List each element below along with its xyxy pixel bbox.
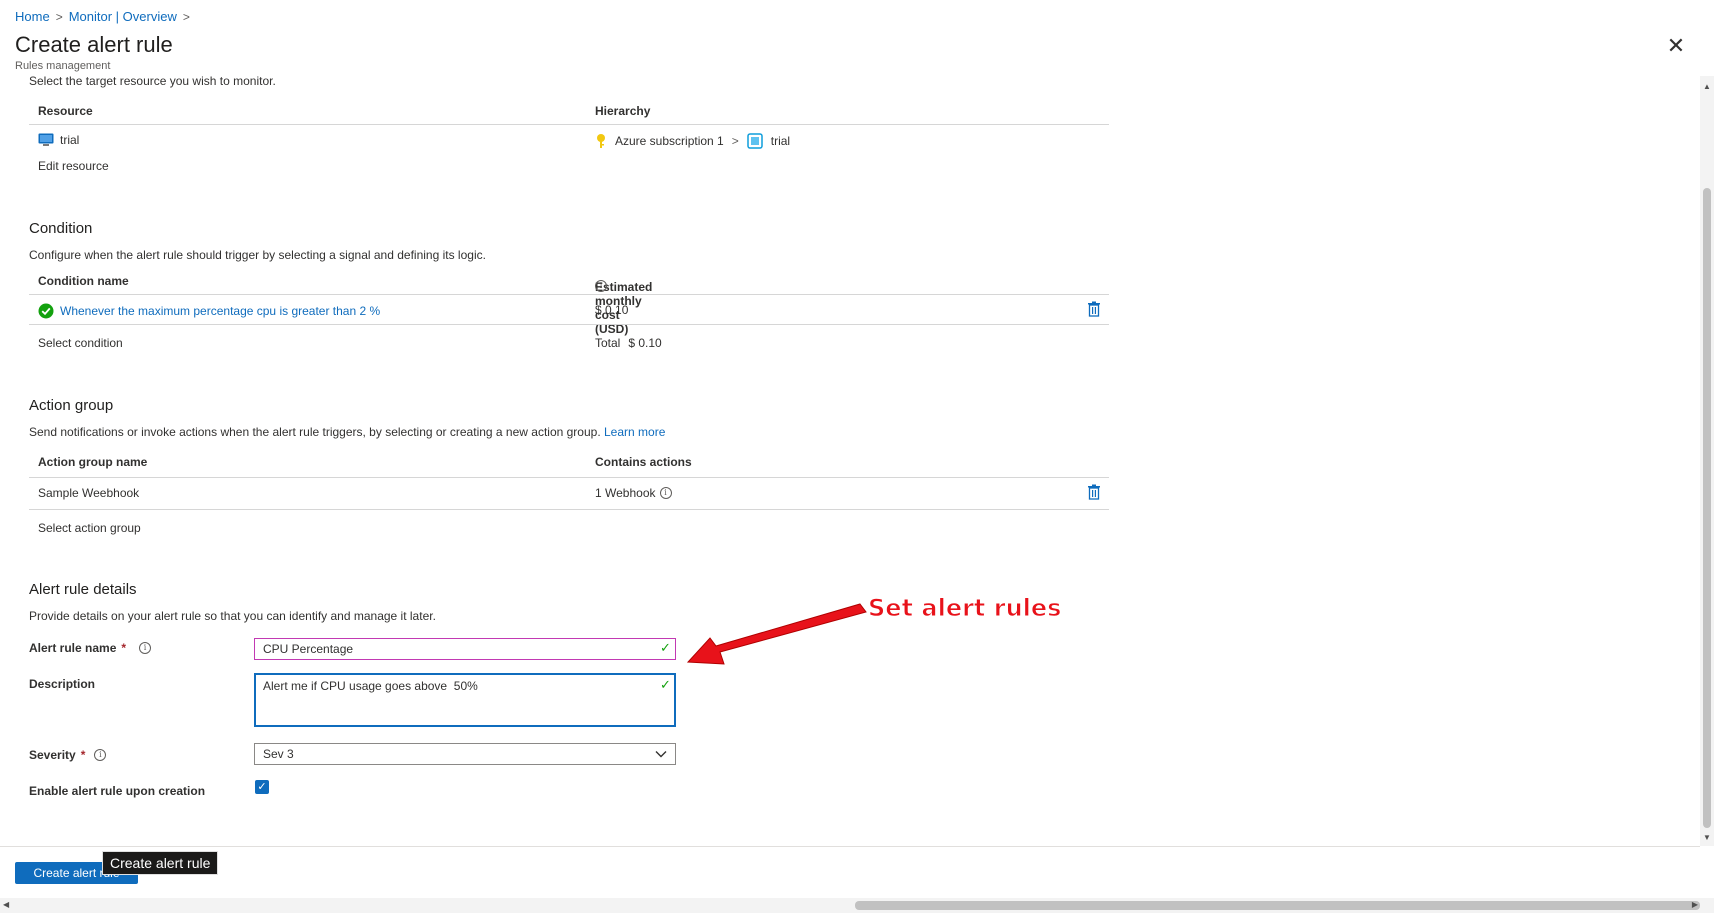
total-label: Total [595,336,621,350]
annotation-label: Set alert rules [867,594,1062,623]
resource-name: trial [60,133,80,147]
select-action-group-link[interactable]: Select action group [38,521,141,535]
column-header-hierarchy: Hierarchy [595,104,651,118]
description-label: Description [29,677,96,691]
trash-icon[interactable] [1087,484,1101,500]
severity-dropdown[interactable]: Sev 3 [254,743,676,765]
chevron-right-icon: > [731,134,739,148]
trash-icon[interactable] [1087,301,1101,317]
scroll-right-icon[interactable]: ▶ [1692,900,1698,909]
action-group-name: Sample Weebhook [38,486,140,500]
total-value: $ 0.10 [628,336,662,350]
horizontal-scroll-thumb[interactable] [855,901,1700,910]
enable-alert-rule-checkbox[interactable]: ✓ [255,780,269,794]
action-group-table-header: Action group name Contains actions [29,447,1109,478]
scroll-up-icon[interactable]: ▲ [1703,82,1711,91]
action-group-description: Send notifications or invoke actions whe… [29,425,601,439]
column-header-action-group-name: Action group name [38,455,148,469]
alert-rule-details-section-title: Alert rule details [29,581,137,598]
breadcrumb-chevron-icon: > [55,9,63,24]
valid-check-icon: ✓ [660,677,671,692]
severity-label: Severity [29,748,76,762]
edit-resource-link[interactable]: Edit resource [38,159,109,173]
column-header-contains-actions: Contains actions [595,455,692,469]
footer-divider [0,846,1700,847]
column-header-resource: Resource [38,104,93,118]
webhook-count: 1 Webhook [595,486,656,500]
breadcrumb-chevron-icon: > [182,9,190,24]
scope-description: Select the target resource you wish to m… [29,76,276,88]
alert-rule-name-input[interactable] [254,638,676,660]
scroll-left-icon[interactable]: ◀ [3,900,9,909]
form-content[interactable]: Select the target resource you wish to m… [0,76,1700,846]
subscription-name: Azure subscription 1 [615,134,724,148]
page-subtitle: Rules management [15,60,111,72]
action-group-section-title: Action group [29,397,114,414]
description-textarea[interactable]: Alert me if CPU usage goes above 50% [254,673,676,727]
enable-alert-rule-label: Enable alert rule upon creation [29,784,206,798]
scope-table-header: Resource Hierarchy [29,98,1109,125]
condition-cost: $ 0.10 [595,303,629,317]
resource-group-name: trial [770,134,791,148]
info-icon[interactable]: i [595,280,607,292]
info-icon[interactable]: i [139,642,152,654]
learn-more-link[interactable]: Learn more [604,425,665,439]
vertical-scrollbar[interactable]: ▲ ▼ [1700,76,1714,846]
condition-section-title: Condition [29,220,93,237]
virtual-machine-icon [38,133,54,146]
success-check-circle-icon [38,303,54,319]
required-marker: * [80,748,86,762]
valid-check-icon: ✓ [660,640,671,655]
scroll-down-icon[interactable]: ▼ [1703,833,1711,842]
breadcrumb-home-link[interactable]: Home [15,9,50,24]
condition-link[interactable]: Whenever the maximum percentage cpu is g… [60,304,380,318]
horizontal-scrollbar[interactable]: ◀ ▶ [0,898,1714,913]
info-icon[interactable]: i [659,487,672,499]
select-condition-link[interactable]: Select condition [38,336,123,350]
vertical-scroll-thumb[interactable] [1703,188,1711,828]
page-title: Create alert rule [15,32,173,57]
resource-group-icon [747,133,763,149]
severity-selected-value: Sev 3 [263,747,294,761]
condition-table-row: Whenever the maximum percentage cpu is g… [29,295,1109,325]
info-icon[interactable]: i [94,749,107,761]
key-icon [597,134,605,148]
scope-table-row: trial Azure subscription 1 > trial [29,125,1109,155]
create-button-tooltip: Create alert rule [102,851,219,875]
alert-rule-details-description: Provide details on your alert rule so th… [29,609,436,623]
breadcrumb: Home > Monitor | Overview > [15,9,190,24]
alert-rule-name-label: Alert rule name [29,641,117,655]
condition-table-header: Condition name Estimated monthly cost (U… [29,268,1109,336]
breadcrumb-monitor-link[interactable]: Monitor | Overview [69,9,177,24]
annotation-arrow-icon [686,603,867,665]
column-header-condition-name: Condition name [38,274,129,288]
chevron-down-icon [655,751,667,758]
action-group-table-row: Sample Weebhook 1 Webhook i [29,478,1109,510]
close-icon[interactable]: ✕ [1666,35,1686,57]
condition-description: Configure when the alert rule should tri… [29,248,486,262]
required-marker: * [121,641,127,655]
